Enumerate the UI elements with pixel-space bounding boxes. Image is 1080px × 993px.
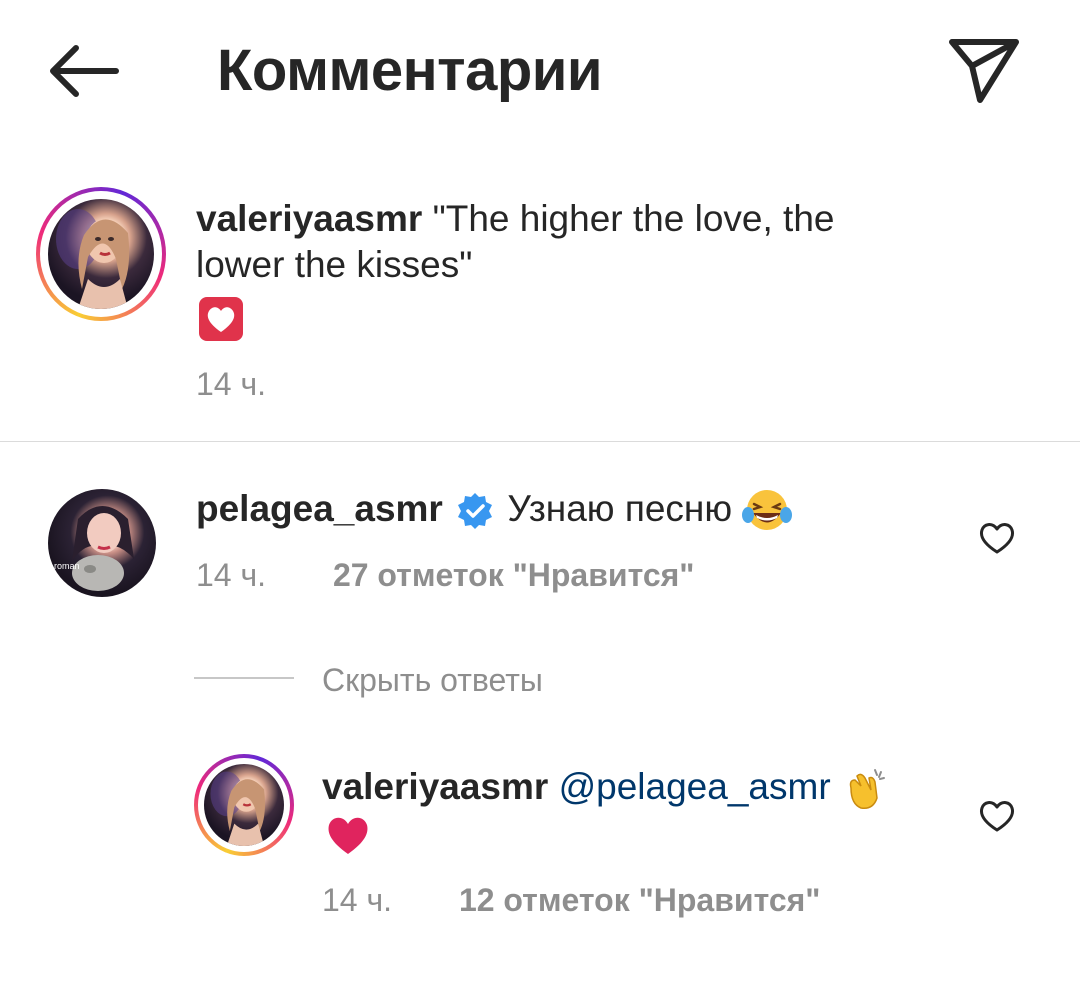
avatar-caption: roman	[54, 561, 80, 571]
heart-outline-icon	[979, 801, 1015, 832]
red-heart-icon	[324, 812, 372, 858]
reply-username[interactable]: valeriyaasmr	[322, 766, 548, 807]
reply-body: valeriyaasmr @pelagea_asmr	[322, 764, 962, 812]
white-heart-icon	[198, 296, 244, 342]
reply-likes[interactable]: 12 отметок "Нравится"	[459, 882, 821, 918]
reply-avatar[interactable]	[194, 754, 294, 856]
comment-text: Узнаю песню	[507, 488, 733, 529]
divider	[0, 441, 1080, 442]
comment-time: 14 ч.	[196, 557, 267, 593]
arrow-left-icon	[50, 45, 119, 97]
caption-body: valeriyaasmr "The higher the love, the l…	[196, 196, 916, 288]
reply-like-button[interactable]	[977, 796, 1017, 836]
reply-mention[interactable]: @pelagea_asmr	[559, 766, 831, 807]
comment-avatar[interactable]: roman	[48, 489, 156, 597]
reply-meta: 14 ч. 12 отметок "Нравится"	[322, 880, 820, 920]
verified-badge-icon	[455, 491, 495, 531]
caption-time: 14 ч.	[196, 366, 267, 402]
heart-outline-icon	[979, 523, 1015, 554]
laughing-tears-icon	[742, 488, 793, 534]
replies-line	[194, 677, 294, 679]
reply-time: 14 ч.	[322, 882, 393, 918]
hide-replies-button[interactable]: Скрыть ответы	[322, 660, 543, 700]
caption-avatar[interactable]	[36, 187, 166, 321]
comment-likes[interactable]: 27 отметок "Нравится"	[333, 557, 695, 593]
like-button[interactable]	[977, 518, 1017, 558]
avatar-photo	[72, 506, 134, 591]
page-title: Комментарии	[217, 38, 603, 103]
comment-meta: 14 ч. 27 отметок "Нравится"	[196, 555, 694, 595]
avatar-photo	[210, 771, 265, 846]
comment-username[interactable]: pelagea_asmr	[196, 488, 443, 529]
back-button[interactable]	[40, 36, 130, 106]
caption-username[interactable]: valeriyaasmr	[196, 198, 422, 239]
avatar-photo	[56, 209, 130, 309]
paper-plane-icon	[949, 39, 1019, 103]
clapping-hands-icon	[841, 766, 887, 812]
share-button[interactable]	[940, 34, 1026, 108]
comment-body: pelagea_asmr Узнаю песню	[196, 486, 916, 534]
